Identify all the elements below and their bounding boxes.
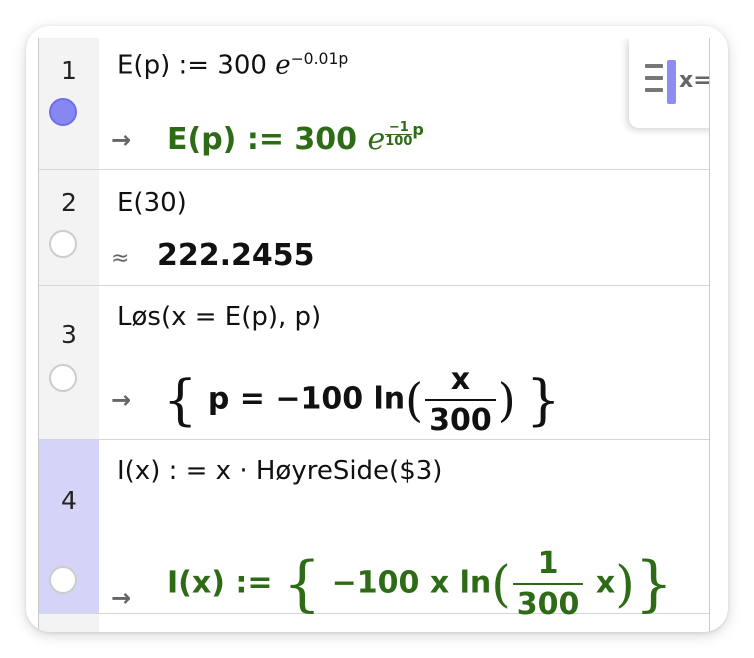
selection-bar-icon	[667, 60, 676, 104]
exponent-fraction: −1 100	[385, 120, 413, 149]
output-value: 222.2455	[157, 238, 315, 273]
open-paren: (	[491, 555, 511, 613]
fraction: 1 300	[512, 546, 584, 622]
x-equals-label: x=	[679, 68, 710, 93]
row-number: 4	[61, 486, 77, 515]
exponent-var: p	[412, 120, 424, 139]
row-gutter: 3	[39, 286, 99, 439]
cas-row-2[interactable]: 2 E(30) ≈ 222.2455	[39, 170, 709, 286]
input-cell[interactable]: I(x) : = x · HøyreSide($3)	[117, 456, 442, 486]
row-gutter: 1	[39, 38, 99, 169]
algebra-view-button[interactable]: x=	[629, 38, 710, 128]
output-cell: E(p) := 300 e −1 100 p	[167, 120, 424, 157]
euler-e: e	[275, 50, 291, 81]
input-cell[interactable]: E(30)	[117, 188, 187, 218]
output-arrow-icon: →	[111, 126, 132, 154]
output-prefix: −100 x ln	[331, 565, 492, 601]
exponent: −0.01p	[290, 50, 349, 68]
open-paren: (	[405, 373, 424, 427]
open-brace: {	[282, 549, 322, 619]
row-gutter: 2	[39, 170, 99, 285]
cas-row-1[interactable]: 1 E(p) := 300 e−0.01p → E(p) := 300 e −1 1…	[39, 38, 709, 170]
input-cell[interactable]: E(p) := 300 e−0.01p	[117, 50, 348, 81]
output-arrow-icon: →	[111, 386, 132, 414]
fraction-denominator: 300	[425, 399, 496, 438]
list-lines-icon	[645, 64, 663, 104]
fraction-numerator: x	[450, 362, 471, 397]
input-text: E(p) := 300	[117, 50, 276, 81]
row-number: 2	[61, 188, 77, 217]
fraction-numerator: 1	[537, 546, 559, 581]
output-cell: { p = −100 ln(x 300) }	[163, 362, 561, 438]
output-prefix: p = −100 ln	[207, 381, 406, 417]
output-prefix: E(p) := 300	[167, 122, 368, 157]
cas-view: 1 E(p) := 300 e−0.01p → E(p) := 300 e −1 1…	[38, 38, 710, 632]
row-gutter-selected: 4	[39, 440, 99, 613]
close-brace: }	[526, 368, 561, 432]
visibility-toggle[interactable]	[49, 364, 77, 392]
input-cell[interactable]: Løs(x = E(p), p)	[117, 302, 321, 332]
row-gutter	[39, 614, 99, 632]
close-brace: }	[634, 549, 673, 619]
close-paren: )	[615, 555, 635, 613]
fraction: x 300	[425, 362, 496, 438]
visibility-toggle[interactable]	[49, 230, 77, 258]
output-cell: I(x) := { −100 x ln(1 300 x)}	[167, 546, 673, 622]
cas-window: 1 E(p) := 300 e−0.01p → E(p) := 300 e −1 1…	[26, 26, 728, 632]
fraction-numerator: −1	[388, 120, 409, 135]
visibility-toggle[interactable]	[49, 566, 77, 594]
close-paren: )	[497, 373, 516, 427]
open-brace: {	[163, 368, 198, 432]
cas-row-3[interactable]: 3 Løs(x = E(p), p) → { p = −100 ln(x 300)…	[39, 286, 709, 440]
fraction-denominator: 100	[385, 134, 413, 149]
cas-row-empty[interactable]	[39, 614, 709, 632]
row-number: 3	[61, 320, 77, 349]
output-lhs: I(x) :=	[167, 565, 283, 601]
output-suffix: x	[595, 565, 616, 601]
visibility-toggle[interactable]	[49, 98, 77, 126]
euler-e: e	[367, 122, 386, 157]
cas-row-4[interactable]: 4 I(x) : = x · HøyreSide($3) → I(x) := {…	[39, 440, 709, 622]
output-arrow-icon: →	[111, 584, 132, 612]
approx-icon: ≈	[111, 246, 130, 271]
row-number: 1	[61, 56, 77, 85]
